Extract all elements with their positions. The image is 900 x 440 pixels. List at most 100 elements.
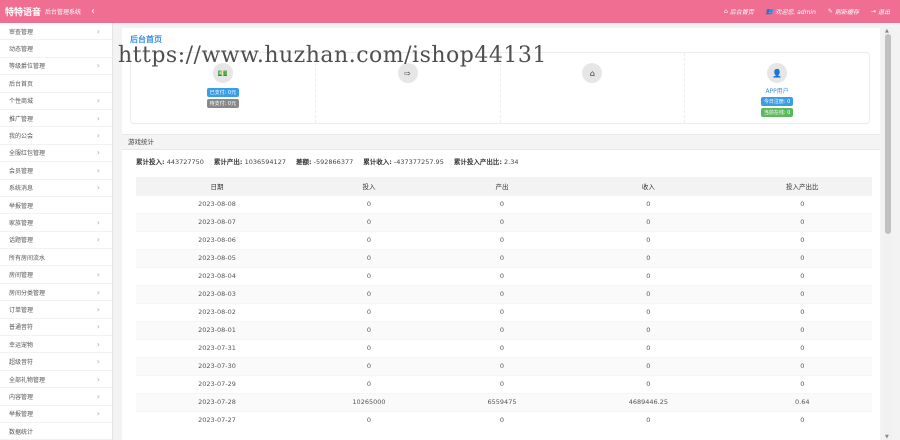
table-cell: 0: [439, 248, 565, 267]
sidebar-item[interactable]: 后台首页: [0, 75, 112, 93]
stat-item: 👤 APP用户 今日注册: 0 当前在线: 0: [685, 53, 869, 123]
table-cell: 0: [298, 284, 440, 303]
sidebar-item[interactable]: 推广管理 ›: [0, 110, 112, 128]
table-cell: 0: [732, 266, 872, 285]
sidebar-item[interactable]: 话题管理 ›: [0, 232, 112, 250]
sidebar-item[interactable]: 等级爵位管理 ›: [0, 58, 112, 76]
sidebar-item[interactable]: 超级音符 ›: [0, 353, 112, 371]
summary-item: 差额: -592866377: [296, 156, 353, 166]
sidebar-item[interactable]: 订单管理 ›: [0, 301, 112, 319]
chevron-right-icon: ›: [96, 131, 100, 141]
sidebar-item-label: 数据统计: [9, 428, 34, 436]
sidebar-item[interactable]: 家族管理 ›: [0, 214, 112, 232]
sidebar-item-label: 超级音符: [9, 359, 34, 367]
sidebar-item[interactable]: 我的公会 ›: [0, 127, 112, 145]
table-cell: 2023-07-28: [136, 392, 299, 411]
table-cell: 0: [732, 212, 872, 231]
sidebar-item[interactable]: 内容管理 ›: [0, 388, 112, 406]
table-cell: 0: [564, 230, 733, 249]
table-cell: 2023-08-01: [136, 320, 299, 339]
brand-logo[interactable]: 特特语音: [5, 5, 41, 18]
sidebar-item[interactable]: 个性商城 ›: [0, 93, 112, 110]
table-header: 投入产出比: [732, 177, 872, 195]
table-cell: 0: [298, 410, 440, 429]
scroll-thumb[interactable]: [884, 34, 891, 234]
table-cell: 0: [732, 320, 872, 339]
table-cell: 0: [564, 356, 733, 375]
table-cell: 0: [732, 356, 872, 375]
summary-label: 累计投入:: [136, 158, 165, 166]
table-cell: 4689446.25: [564, 392, 733, 411]
home-icon: ⌂: [723, 8, 728, 15]
table-cell: 0: [439, 356, 565, 375]
chevron-right-icon: ›: [96, 374, 100, 384]
sidebar-item-label: 后台首页: [9, 80, 34, 88]
top-nav-home[interactable]: ⌂ 后台首页: [724, 7, 754, 16]
table-cell: 0: [564, 284, 733, 303]
sidebar-item[interactable]: 普通音符 ›: [0, 319, 112, 337]
top-nav-user[interactable]: 👥 欢迎您, admin: [766, 7, 816, 16]
chevron-right-icon: ›: [96, 26, 100, 36]
table-cell: 0: [298, 374, 440, 393]
sidebar-item[interactable]: 房间分类管理 ›: [0, 284, 112, 302]
sidebar-item[interactable]: 全服红包管理 ›: [0, 145, 112, 163]
table-cell: 0: [564, 374, 733, 393]
chevron-right-icon: ›: [96, 391, 100, 401]
summary-label: 累计投入产出比:: [453, 158, 502, 166]
edit-icon: ✎: [827, 8, 833, 15]
sidebar-item-label: 所有房间流水: [9, 254, 46, 262]
section-title: 游戏统计: [122, 134, 880, 150]
table-cell: 0: [564, 194, 733, 213]
table-row: 2023-07-31 0 0 0 0: [136, 338, 872, 357]
top-nav-refresh-cache[interactable]: ✎ 刷新缓存: [828, 7, 859, 16]
table-cell: 10265000: [298, 392, 440, 411]
logout-icon: ⇥: [870, 8, 876, 15]
summary-value: 2.34: [504, 158, 519, 166]
chevron-right-icon: ›: [96, 235, 100, 245]
sidebar-item-label: 系统消息: [9, 185, 34, 193]
sidebar-item[interactable]: 审查管理 ›: [0, 23, 112, 41]
table-cell: 2023-08-03: [136, 284, 299, 303]
table-cell: 0: [298, 320, 440, 339]
table-cell: 0: [298, 266, 440, 285]
table-header: 日期: [136, 177, 299, 195]
sidebar-item[interactable]: 所有房间流水: [0, 249, 112, 267]
sidebar-item[interactable]: 动态管理: [0, 40, 112, 58]
sidebar-item[interactable]: 会员管理 ›: [0, 162, 112, 180]
sidebar-item[interactable]: 举报管理: [0, 197, 112, 215]
table-cell: 0: [732, 302, 872, 321]
chevron-right-icon: ›: [96, 322, 100, 332]
table-cell: 0: [439, 338, 565, 357]
chevron-right-icon: ›: [96, 287, 100, 297]
summary-item: 累计投入产出比: 2.34: [454, 156, 519, 166]
sidebar-item[interactable]: 举报管理 ›: [0, 406, 112, 423]
top-nav-logout[interactable]: ⇥ 退出: [871, 7, 890, 16]
sidebar-item[interactable]: 房间管理 ›: [0, 266, 112, 284]
chevron-right-icon: ›: [96, 148, 100, 158]
main-content: 后台首页 💵 已支付: 0元 待支付: 0元 ⇨ ⌂ 👤 APP用户 今日注册: 0 当前在线:…: [122, 28, 880, 440]
sidebar-item[interactable]: 数据统计: [0, 423, 112, 440]
stat-badge: 待支付: 0元: [206, 99, 240, 108]
sidebar-item[interactable]: 系统消息 ›: [0, 180, 112, 197]
game-summary: 累计投入: 443727750 累计产出: 1036594127 差额: -5928…: [136, 156, 519, 166]
sidebar-item[interactable]: 幸运宠物 ›: [0, 336, 112, 354]
collapse-sidebar-icon[interactable]: ‹: [91, 6, 95, 17]
sidebar-item-label: 个性商城: [9, 98, 34, 106]
stat-name: APP用户: [765, 88, 789, 95]
scroll-down-icon[interactable]: ▼: [885, 434, 889, 440]
sidebar-item-label: 普通音符: [9, 324, 34, 332]
table-cell: 0: [732, 230, 872, 249]
sidebar-item-label: 全服红包管理: [9, 150, 46, 158]
sidebar-item-label: 审查管理: [9, 28, 34, 36]
home-icon: ⌂: [582, 63, 603, 83]
sidebar-item[interactable]: 全部礼物管理 ›: [0, 371, 112, 389]
sidebar-item-label: 订单管理: [9, 306, 34, 314]
scrollbar[interactable]: ▲ ▼: [883, 28, 892, 440]
sidebar-item-label: 等级爵位管理: [9, 63, 46, 71]
table-cell: 0: [732, 194, 872, 213]
table-row: 2023-08-08 0 0 0 0: [136, 194, 872, 213]
table-cell: 0: [732, 374, 872, 393]
top-nav: ⌂ 后台首页 👥 欢迎您, admin ✎ 刷新缓存 ⇥ 退出: [724, 7, 890, 16]
table-cell: 2023-08-02: [136, 302, 299, 321]
summary-label: 累计收入:: [363, 158, 392, 166]
